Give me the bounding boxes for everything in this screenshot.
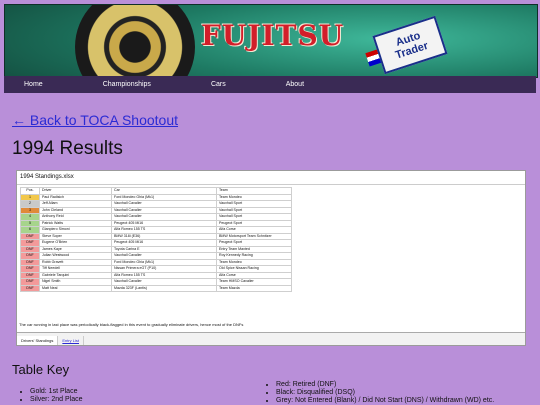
spreadsheet-embed[interactable]: 1994 Standings.xlsx Pos. Driver Car Team… <box>16 170 526 346</box>
table-key-title: Table Key <box>12 362 70 377</box>
sheet-filename: 1994 Standings.xlsx <box>17 171 525 185</box>
cell-driver: Matt Neal <box>39 284 112 292</box>
key-item: Black: Disqualified (DSQ) <box>276 389 494 397</box>
cell-pos: DNF <box>20 284 40 292</box>
key-item: Grey: Not Entered (Blank) / Did Not Star… <box>276 397 494 405</box>
key-list-right: Red: Retired (DNF) Black: Disqualified (… <box>262 381 494 405</box>
page-title: 1994 Results <box>12 138 123 159</box>
brand-logo: FUJITSU <box>201 19 345 52</box>
nav-about[interactable]: About <box>286 81 304 88</box>
table-note: The car running in last place was period… <box>19 322 244 327</box>
tab-drivers-standings[interactable]: Drivers' Standings <box>17 336 59 345</box>
key-item: Gold: 1st Place <box>30 388 83 396</box>
key-list-left: Gold: 1st Place Silver: 2nd Place <box>16 388 83 404</box>
key-item: Red: Retired (DNF) <box>276 381 494 389</box>
cell-team: Team Mazda <box>216 284 292 292</box>
wheel-graphic <box>75 5 195 77</box>
table-row: DNF Matt Neal Mazda 323F (Lantis) Team Mazd… <box>20 284 292 292</box>
tab-entry-list[interactable]: Entry List <box>58 336 85 345</box>
nav-cars[interactable]: Cars <box>211 81 226 88</box>
main-nav: Home Championships Cars About <box>4 76 536 93</box>
key-item: Silver: 2nd Place <box>30 396 83 404</box>
standings-table: Pos. Driver Car Team 1 Paul Radisich Ford … <box>20 187 292 292</box>
cell-car: Mazda 323F (Lantis) <box>111 284 217 292</box>
nav-home[interactable]: Home <box>24 81 43 88</box>
back-link[interactable]: ← Back to TOCA Shootout <box>12 112 178 128</box>
header-banner: FUJITSU Auto Trader <box>4 4 538 78</box>
sheet-tabs: Drivers' Standings Entry List <box>17 332 525 345</box>
nav-championships[interactable]: Championships <box>103 81 151 88</box>
